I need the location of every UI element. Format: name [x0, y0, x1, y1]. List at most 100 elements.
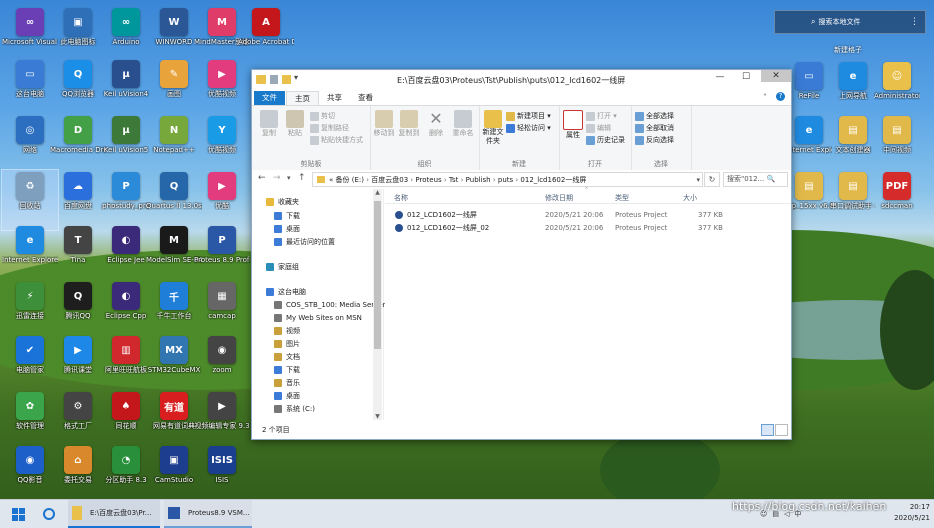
move-to-button[interactable]: 移动到 — [372, 110, 396, 138]
nav-item[interactable]: 桌面 — [274, 390, 300, 402]
qat-save-icon[interactable] — [270, 75, 278, 84]
tab-share[interactable]: 共享 — [319, 91, 350, 105]
tab-view[interactable]: 查看 — [350, 91, 381, 105]
copy-button[interactable]: 复制 — [258, 110, 280, 138]
desktop-icon[interactable]: ▤ 中间视频 — [874, 114, 920, 174]
scroll-up-icon[interactable]: ▲ — [373, 189, 382, 196]
refresh-button[interactable]: ↻ — [704, 172, 720, 187]
minimize-button[interactable]: — — [708, 72, 732, 86]
large-icons-view-icon[interactable] — [775, 424, 788, 436]
file-row[interactable]: 012_LCD1602一线屏 2020/5/21 20:06 Proteus Pro… — [385, 209, 791, 221]
title-bar[interactable]: ▾ E:\百度云盘03\Proteus\Tst\Publish\puts\012… — [252, 70, 791, 91]
maximize-button[interactable]: ☐ — [734, 72, 758, 86]
back-button[interactable]: ← — [258, 173, 266, 183]
easy-access-button[interactable]: 轻松访问 ▾ — [506, 123, 551, 133]
delete-button[interactable]: ✕ 删除 — [424, 110, 448, 138]
desktop-icon[interactable]: ▭ ReFile — [786, 60, 832, 120]
properties-button[interactable]: 属性 — [562, 110, 584, 140]
paste-shortcut-button[interactable]: 粘贴快捷方式 — [310, 135, 363, 145]
close-button[interactable]: ✕ — [761, 70, 791, 82]
search-widget[interactable]: ⌕ 搜索本地文件 ⋮ — [774, 10, 926, 34]
nav-item[interactable]: 音乐 — [274, 377, 300, 389]
desktop-icon[interactable]: ▶ 优酷 — [194, 170, 250, 230]
open-button[interactable]: 打开 ▾ — [586, 111, 617, 121]
desktop-icon[interactable]: ▤ 文本创建器 — [830, 114, 876, 174]
more-icon[interactable]: ⋮ — [910, 17, 919, 27]
address-dropdown-icon[interactable]: ▾ — [696, 176, 700, 184]
desktop-icon[interactable]: ▤ 串口调试助手 - 丁丁 — [830, 170, 876, 230]
desktop-icon[interactable]: ISIS ISIS — [194, 444, 250, 504]
column-size[interactable]: 大小 — [683, 193, 697, 203]
edit-button[interactable]: 编辑 — [586, 123, 611, 133]
desktop-icon[interactable]: A Adobe Acrobat DC — [238, 6, 294, 66]
rename-button[interactable]: 重命名 — [450, 110, 476, 138]
invert-selection-button[interactable]: 反向选择 — [635, 135, 674, 145]
cut-button[interactable]: 剪切 — [310, 111, 335, 121]
nav-item[interactable]: My Web Sites on MSN — [274, 312, 362, 324]
breadcrumb-item[interactable]: Publish — [466, 176, 491, 184]
nav-item[interactable]: 桌面 — [274, 223, 300, 235]
nav-item[interactable]: 视频 — [274, 325, 300, 337]
file-row[interactable]: 012_LCD1602一线屏_02 2020/5/21 20:06 Proteus … — [385, 222, 791, 234]
nav-item[interactable]: 最近访问的位置 — [274, 236, 335, 248]
new-item-button[interactable]: 新建项目 ▾ — [506, 111, 551, 121]
breadcrumb-item[interactable]: puts — [498, 176, 513, 184]
breadcrumb-separator-icon[interactable]: › — [458, 176, 465, 184]
file-list[interactable]: 名称 修改日期 类型 大小 ˄ 012_LCD1602一线屏 2020/5/21 … — [385, 187, 791, 420]
desktop-icon[interactable]: ☺ Administrator — [874, 60, 920, 120]
search-taskbar-button[interactable] — [36, 500, 62, 528]
breadcrumb-item[interactable]: 百度云盘03 — [371, 176, 408, 184]
ribbon-collapse-icon[interactable]: ˄ — [763, 93, 767, 102]
nav-item[interactable]: 这台电脑 — [266, 286, 306, 298]
search-box[interactable]: 搜索"012... 🔍 — [723, 172, 788, 187]
select-none-button[interactable]: 全部取消 — [635, 123, 674, 133]
desktop-icon[interactable]: PDF sdccman — [874, 170, 920, 230]
nav-item[interactable]: 收藏夹 — [266, 196, 299, 208]
breadcrumb-separator-icon[interactable]: › — [442, 176, 449, 184]
tab-home[interactable]: 主页 — [286, 91, 319, 106]
scroll-down-icon[interactable]: ▼ — [373, 413, 382, 420]
forward-button[interactable]: → — [273, 173, 281, 183]
desktop-icon[interactable]: ◉ zoom — [194, 334, 250, 394]
breadcrumb-item[interactable]: Tst — [449, 176, 459, 184]
nav-item[interactable]: 下载 — [274, 364, 300, 376]
paste-button[interactable]: 粘贴 — [284, 110, 306, 138]
address-bar[interactable]: « 备份 (E:) › 百度云盘03 › Proteus › Tst › Pub… — [312, 172, 703, 187]
qat-dropdown-icon[interactable]: ▾ — [294, 73, 298, 82]
select-all-button[interactable]: 全部选择 — [635, 111, 674, 121]
breadcrumb-separator-icon[interactable]: › — [491, 176, 498, 184]
tab-file[interactable]: 文件 — [254, 91, 285, 105]
desktop-icon[interactable]: ▦ camcap — [194, 280, 250, 340]
navigation-pane[interactable]: 收藏夹 下载 桌面 最近访问的位置 家庭组 这台电脑 COS_STB_100: Media … — [252, 189, 386, 420]
scroll-thumb[interactable] — [374, 201, 381, 349]
help-icon[interactable]: ? — [776, 92, 785, 101]
nav-item[interactable]: 家庭组 — [266, 261, 299, 273]
nav-item[interactable]: 下载 — [274, 210, 300, 222]
history-button[interactable]: 历史记录 — [586, 135, 625, 145]
nav-item[interactable]: COS_STB_100: Media Server — [274, 299, 386, 311]
explorer-window[interactable]: ▾ E:\百度云盘03\Proteus\Tst\Publish\puts\012… — [251, 69, 792, 440]
breadcrumb-item[interactable]: « 备份 (E:) — [329, 176, 364, 184]
up-button[interactable]: ↑ — [298, 173, 306, 183]
taskbar-item-proteus[interactable]: Proteus8.9 VSM... — [164, 500, 252, 528]
qat-folder-icon[interactable] — [282, 75, 291, 84]
new-folder-button[interactable]: 新建文件夹 — [480, 110, 506, 146]
column-name[interactable]: 名称 — [394, 193, 408, 203]
column-date[interactable]: 修改日期 — [545, 193, 573, 203]
nav-item[interactable]: 文档 — [274, 351, 300, 363]
start-button[interactable] — [4, 500, 32, 528]
column-type[interactable]: 类型 — [615, 193, 629, 203]
clock[interactable]: 20:17 2020/5/21 — [884, 502, 930, 524]
breadcrumb-item[interactable]: 012_lcd1602一线屏 — [520, 176, 586, 184]
recent-dropdown-icon[interactable]: ▾ — [287, 174, 291, 182]
nav-scrollbar[interactable]: ▲ ▼ — [373, 189, 382, 420]
nav-item[interactable]: 图片 — [274, 338, 300, 350]
details-view-icon[interactable] — [761, 424, 774, 436]
desktop-icon[interactable]: e Internet Explorer — [786, 114, 832, 174]
nav-item[interactable]: 系统 (C:) — [274, 403, 315, 415]
taskbar-item-explorer[interactable]: E:\百度云盘03\Pr... — [68, 500, 160, 528]
desktop-icon[interactable]: ▶ 优酷视频 — [194, 58, 250, 118]
breadcrumb-item[interactable]: Proteus — [415, 176, 441, 184]
desktop-icon[interactable]: ▤ isp_15xx v6.87E — [786, 170, 832, 230]
copy-to-button[interactable]: 复制到 — [397, 110, 421, 138]
